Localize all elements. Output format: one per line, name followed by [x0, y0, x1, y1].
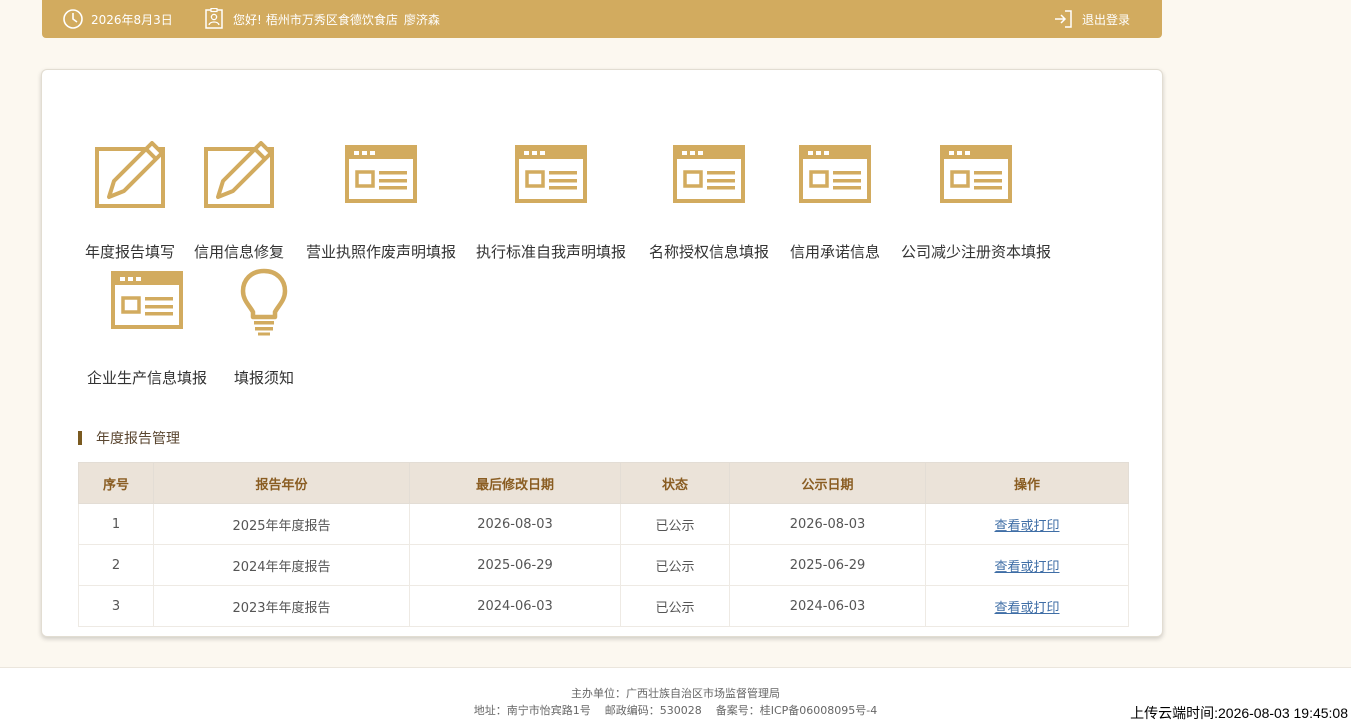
form-document-icon	[799, 145, 871, 203]
form-document-icon	[111, 271, 183, 329]
top-bar: 2026年8月3日 您好! 梧州市万秀区食德饮食店 廖济森 退出登录	[42, 0, 1162, 38]
menu-label: 营业执照作废声明填报	[305, 243, 456, 261]
cell-index: 3	[78, 585, 154, 627]
section-marker	[78, 431, 82, 445]
table-row: 3 2023年年度报告 2024-06-03 已公示 2024-06-03 查看…	[78, 585, 1129, 627]
view-print-link[interactable]: 查看或打印	[994, 560, 1059, 575]
column-header: 状态	[620, 462, 730, 504]
form-document-icon	[940, 145, 1012, 203]
greeting-text: 您好!	[233, 12, 262, 27]
table-header-row: 序号 报告年份 最后修改日期 状态 公示日期 操作	[78, 462, 1129, 504]
clock-icon	[63, 9, 83, 29]
column-header: 公示日期	[729, 462, 926, 504]
cell-index: 1	[78, 503, 154, 545]
footer-sponsor: 主办单位：广西壮族自治区市场监督管理局	[571, 687, 780, 700]
view-print-link[interactable]: 查看或打印	[994, 519, 1059, 534]
lightbulb-icon	[240, 268, 288, 336]
view-print-link[interactable]: 查看或打印	[994, 601, 1059, 616]
logout-icon	[1055, 10, 1072, 28]
cell-modified-date: 2025-06-29	[409, 544, 621, 586]
menu-license-void[interactable]: 营业执照作废声明填报	[301, 141, 461, 262]
menu-label: 企业生产信息填报	[86, 369, 207, 387]
menu-annual-report[interactable]: 年度报告填写	[82, 141, 178, 262]
column-header: 报告年份	[153, 462, 410, 504]
menu-label: 信用信息修复	[193, 243, 284, 261]
menu-label: 执行标准自我声明填报	[475, 243, 626, 261]
user-card-icon	[205, 8, 223, 29]
user-greeting: 您好! 梧州市万秀区食德饮食店 廖济森	[204, 0, 440, 38]
cell-status: 已公示	[620, 585, 730, 627]
menu-label: 名称授权信息填报	[648, 243, 769, 261]
form-document-icon	[515, 145, 587, 203]
table-row: 2 2024年年度报告 2025-06-29 已公示 2025-06-29 查看…	[78, 544, 1129, 586]
menu-name-authorization[interactable]: 名称授权信息填报	[644, 141, 774, 262]
upload-timestamp: 上传云端时间:2026-08-03 19:45:08	[1130, 705, 1348, 721]
cell-modified-date: 2024-06-03	[409, 585, 621, 627]
cell-action: 查看或打印	[925, 503, 1129, 545]
cell-index: 2	[78, 544, 154, 586]
edit-pencil-icon	[204, 141, 274, 208]
menu-label: 填报须知	[233, 369, 294, 387]
cell-report-year: 2025年年度报告	[153, 503, 410, 545]
column-header: 最后修改日期	[409, 462, 621, 504]
company-name: 梧州市万秀区食德饮食店	[265, 12, 398, 27]
annual-report-table: 序号 报告年份 最后修改日期 状态 公示日期 操作 1 2025年年度报告 20…	[78, 462, 1129, 627]
cell-report-year: 2024年年度报告	[153, 544, 410, 586]
section-title: 年度报告管理	[78, 428, 180, 448]
footer-icp: 备案号：桂ICP备06008095号-4	[715, 704, 878, 717]
main-panel: 年度报告填写 信用信息修复 营业执照作废声明填报 执行标准自我声明填报 名称授权…	[41, 69, 1163, 637]
menu-standard-declaration[interactable]: 执行标准自我声明填报	[471, 141, 631, 262]
date-display: 2026年8月3日	[62, 0, 173, 38]
column-header: 序号	[78, 462, 154, 504]
logout-label: 退出登录	[1082, 12, 1131, 27]
menu-label: 公司减少注册资本填报	[900, 243, 1051, 261]
cell-report-year: 2023年年度报告	[153, 585, 410, 627]
form-document-icon	[673, 145, 745, 203]
cell-action: 查看或打印	[925, 544, 1129, 586]
footer-postcode: 邮政编码：530028	[604, 704, 702, 717]
menu-label: 信用承诺信息	[789, 243, 880, 261]
table-row: 1 2025年年度报告 2026-08-03 已公示 2026-08-03 查看…	[78, 503, 1129, 545]
person-name: 廖济森	[403, 12, 440, 27]
cell-status: 已公示	[620, 544, 730, 586]
edit-pencil-icon	[95, 141, 165, 208]
cell-publish-date: 2026-08-03	[729, 503, 926, 545]
cell-modified-date: 2026-08-03	[409, 503, 621, 545]
menu-filing-notice[interactable]: 填报须知	[228, 267, 300, 388]
menu-label: 年度报告填写	[84, 243, 175, 261]
menu-capital-reduction[interactable]: 公司减少注册资本填报	[895, 141, 1057, 262]
cell-action: 查看或打印	[925, 585, 1129, 627]
cell-publish-date: 2025-06-29	[729, 544, 926, 586]
form-document-icon	[345, 145, 417, 203]
column-header: 操作	[925, 462, 1129, 504]
cell-publish-date: 2024-06-03	[729, 585, 926, 627]
footer-address: 地址：南宁市怡宾路1号	[473, 704, 591, 717]
logout-button[interactable]: 退出登录	[1053, 0, 1130, 38]
date-text: 2026年8月3日	[91, 12, 173, 27]
section-title-text: 年度报告管理	[96, 431, 180, 447]
menu-production-info[interactable]: 企业生产信息填报	[82, 267, 212, 388]
menu-credit-commitment[interactable]: 信用承诺信息	[785, 141, 885, 262]
menu-credit-repair[interactable]: 信用信息修复	[191, 141, 287, 262]
cell-status: 已公示	[620, 503, 730, 545]
